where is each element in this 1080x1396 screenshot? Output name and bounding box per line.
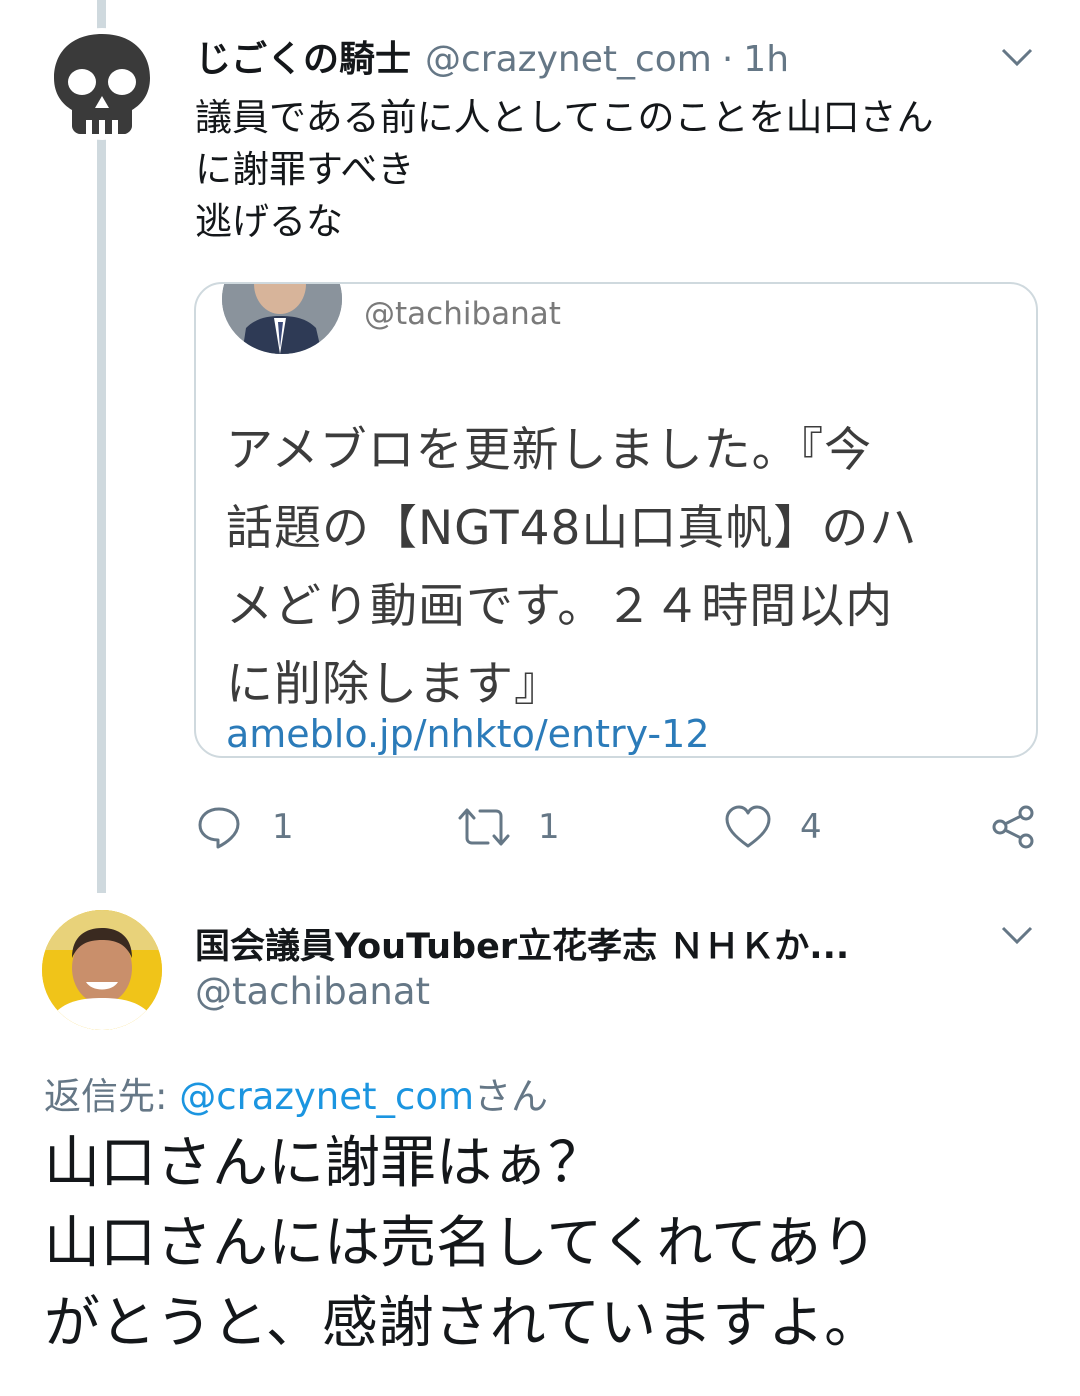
reply-button[interactable]: 1: [196, 804, 294, 850]
share-button[interactable]: [990, 804, 1036, 850]
reply-prefix: 返信先:: [44, 1075, 180, 1118]
reply-suffix: さん: [474, 1075, 549, 1118]
display-name[interactable]: じごくの騎士: [195, 30, 411, 82]
quoted-text-line: 話題の【NGT48山口真帆】のハ: [226, 501, 918, 556]
tweet-text-line: 山口さんに謝罪はぁ？: [44, 1131, 604, 1196]
quoted-avatar: [222, 284, 342, 354]
quoted-text-line: メどり動画です。２４時間以内: [226, 579, 894, 634]
display-name[interactable]: 国会議員YouTuber立花孝志 ＮＨＫか...: [195, 918, 849, 969]
heart-icon: [725, 805, 771, 848]
retweet-icon: [458, 808, 510, 846]
avatar[interactable]: [42, 910, 162, 1030]
quoted-text-line: アメブロを更新しました。『今: [226, 423, 873, 478]
reply-icon: [198, 807, 240, 849]
reply-mention-link[interactable]: @crazynet_com: [179, 1075, 474, 1118]
tweet-text: 議員である前に人としてこのことを山口さん に謝罪すべき 逃げるな: [195, 92, 1055, 248]
tweet-text-line: 議員である前に人としてこのことを山口さん: [195, 96, 934, 139]
separator-dot: ·: [721, 39, 734, 80]
retweet-button[interactable]: 1: [456, 804, 560, 850]
like-button[interactable]: 4: [724, 804, 822, 850]
profile-photo-icon: [42, 910, 162, 1030]
tweet-header: じごくの騎士 @crazynet_com · 1h: [195, 30, 789, 80]
tweet-text-line: に謝罪すべき: [195, 148, 415, 191]
chevron-down-icon[interactable]: [1000, 924, 1034, 946]
retweet-count: 1: [538, 807, 560, 847]
user-handle[interactable]: @tachibanat: [195, 970, 430, 1013]
share-icon: [992, 805, 1034, 849]
avatar[interactable]: [46, 28, 158, 140]
tweet-text-line: 逃げるな: [195, 200, 343, 243]
like-count: 4: [800, 807, 822, 847]
quoted-text: アメブロを更新しました。『今 話題の【NGT48山口真帆】のハ メどり動画です。…: [226, 412, 1016, 724]
quoted-handle: @tachibanat: [364, 296, 561, 332]
quoted-link[interactable]: ameblo.jp/nhkto/entry-12: [226, 712, 710, 756]
tweet-text-line: がとうと、感謝されていますよ。: [44, 1291, 881, 1356]
timestamp[interactable]: 1h: [743, 39, 789, 80]
replying-to: 返信先: @crazynet_comさん: [44, 1066, 548, 1120]
tweet-text: 山口さんに謝罪はぁ？ 山口さんには売名してくれてあり がとうと、感謝されています…: [44, 1124, 1054, 1364]
quoted-name-cropped: ———— ———— ——— ——— ————: [364, 284, 904, 295]
user-handle[interactable]: @crazynet_com: [425, 39, 712, 80]
quoted-tweet-card[interactable]: ———— ———— ——— ——— ———— @tachibanat アメブロを…: [194, 282, 1038, 758]
reply-count: 1: [272, 807, 294, 847]
chevron-down-icon[interactable]: [1000, 46, 1034, 68]
skull-icon: [54, 34, 150, 134]
tweet-text-line: 山口さんには売名してくれてあり: [44, 1211, 878, 1276]
person-photo-icon: [222, 284, 342, 354]
